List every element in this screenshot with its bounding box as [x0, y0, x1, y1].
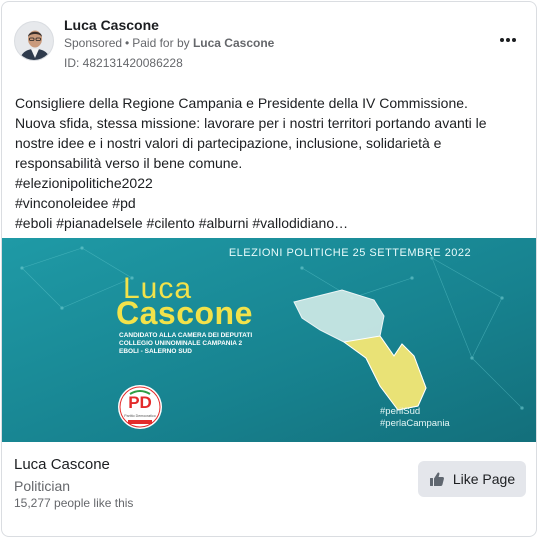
- pd-logo-subtext: Partito Democratico: [124, 414, 156, 418]
- pd-logo-text: PD: [128, 393, 152, 412]
- body-line: nostre idee e i nostri valori di parteci…: [15, 135, 442, 151]
- sponsored-label: Sponsored: [64, 36, 123, 50]
- creative-hashtag-campania: #perlaCampania: [380, 418, 450, 429]
- more-dot-icon: [512, 38, 516, 42]
- creative-line1: CANDIDATO ALLA CAMERA DEI DEPUTATI: [119, 332, 252, 339]
- body-line: #elezionipolitiche2022: [15, 175, 153, 191]
- ad-card: Luca Cascone Sponsored • Paid for by Luca …: [1, 1, 537, 537]
- page-avatar[interactable]: [14, 21, 54, 61]
- body-line: Consigliere della Regione Campania e Pre…: [15, 95, 468, 111]
- page-footer: Luca Cascone Politician 15,277 people li…: [2, 442, 536, 536]
- paid-for-prefix: Paid for by: [132, 36, 190, 50]
- creative-graphic: ELEZIONI POLITICHE 25 SETTEMBRE 2022 Luc…: [2, 238, 536, 442]
- post-body: Consigliere della Regione Campania e Pre…: [15, 93, 525, 233]
- more-options-button[interactable]: [496, 30, 520, 50]
- creative-line2: COLLEGIO UNINOMINALE CAMPANIA 2: [119, 340, 243, 347]
- avatar-photo: [15, 22, 53, 60]
- footer-page-name[interactable]: Luca Cascone: [14, 456, 110, 473]
- like-page-label: Like Page: [452, 471, 516, 487]
- footer-category: Politician: [14, 478, 71, 494]
- ad-creative-image[interactable]: ELEZIONI POLITICHE 25 SETTEMBRE 2022 Luc…: [2, 238, 536, 442]
- post-header: Luca Cascone Sponsored • Paid for by Luca …: [2, 2, 536, 82]
- body-line: responsabilità verso il bene comune.: [15, 155, 243, 171]
- more-dot-icon: [506, 38, 510, 42]
- body-line: Nuova sfida, stessa missione: lavorare p…: [15, 115, 487, 131]
- creative-line3: EBOLI - SALERNO SUD: [119, 348, 192, 355]
- creative-hashtag-sud: #perilSud: [380, 406, 420, 417]
- ad-id: ID: 482131420086228: [64, 56, 183, 70]
- like-page-button[interactable]: Like Page: [418, 461, 526, 497]
- thumbs-up-icon: [429, 472, 444, 486]
- body-line: #vinconoleidee #pd: [15, 195, 136, 211]
- footer-like-count: 15,277 people like this: [14, 496, 134, 510]
- creative-headline: ELEZIONI POLITICHE 25 SETTEMBRE 2022: [229, 247, 471, 259]
- body-line[interactable]: #eboli #pianadelsele #cilento #alburni #…: [15, 213, 525, 233]
- page-name[interactable]: Luca Cascone: [64, 17, 159, 33]
- separator-dot: •: [125, 36, 130, 50]
- more-dot-icon: [500, 38, 504, 42]
- paid-for-by-name[interactable]: Luca Cascone: [193, 36, 274, 50]
- creative-last-name: Cascone: [116, 295, 253, 331]
- pd-logo: PD Partito Democratico: [118, 385, 162, 429]
- sponsored-line: Sponsored • Paid for by Luca Cascone: [64, 36, 274, 50]
